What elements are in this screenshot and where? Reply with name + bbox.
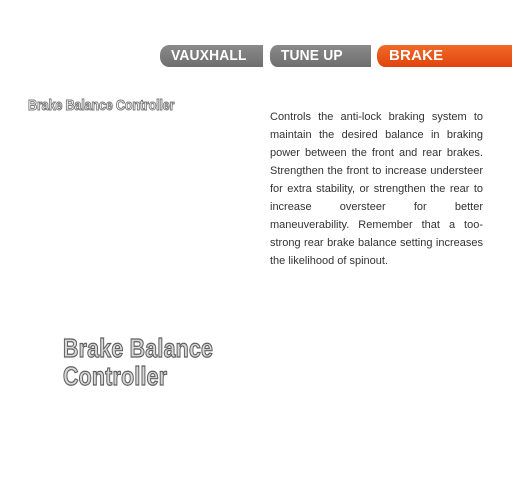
top-tab-bar: VAUXHALL TUNE UP BRAKE (160, 45, 512, 67)
setting-name-line-1: Brake Balance (63, 333, 214, 363)
section-title: Brake Balance Controller (28, 97, 175, 115)
tab-brake[interactable]: BRAKE (375, 45, 512, 67)
setting-name-large: Brake Balance Controller (63, 333, 252, 391)
tab-tune-up[interactable]: TUNE UP (268, 45, 372, 67)
setting-name-line-2: Controller (63, 361, 168, 391)
setting-description: Controls the anti-lock braking system to… (270, 111, 483, 267)
tab-vauxhall[interactable]: VAUXHALL (160, 45, 264, 67)
